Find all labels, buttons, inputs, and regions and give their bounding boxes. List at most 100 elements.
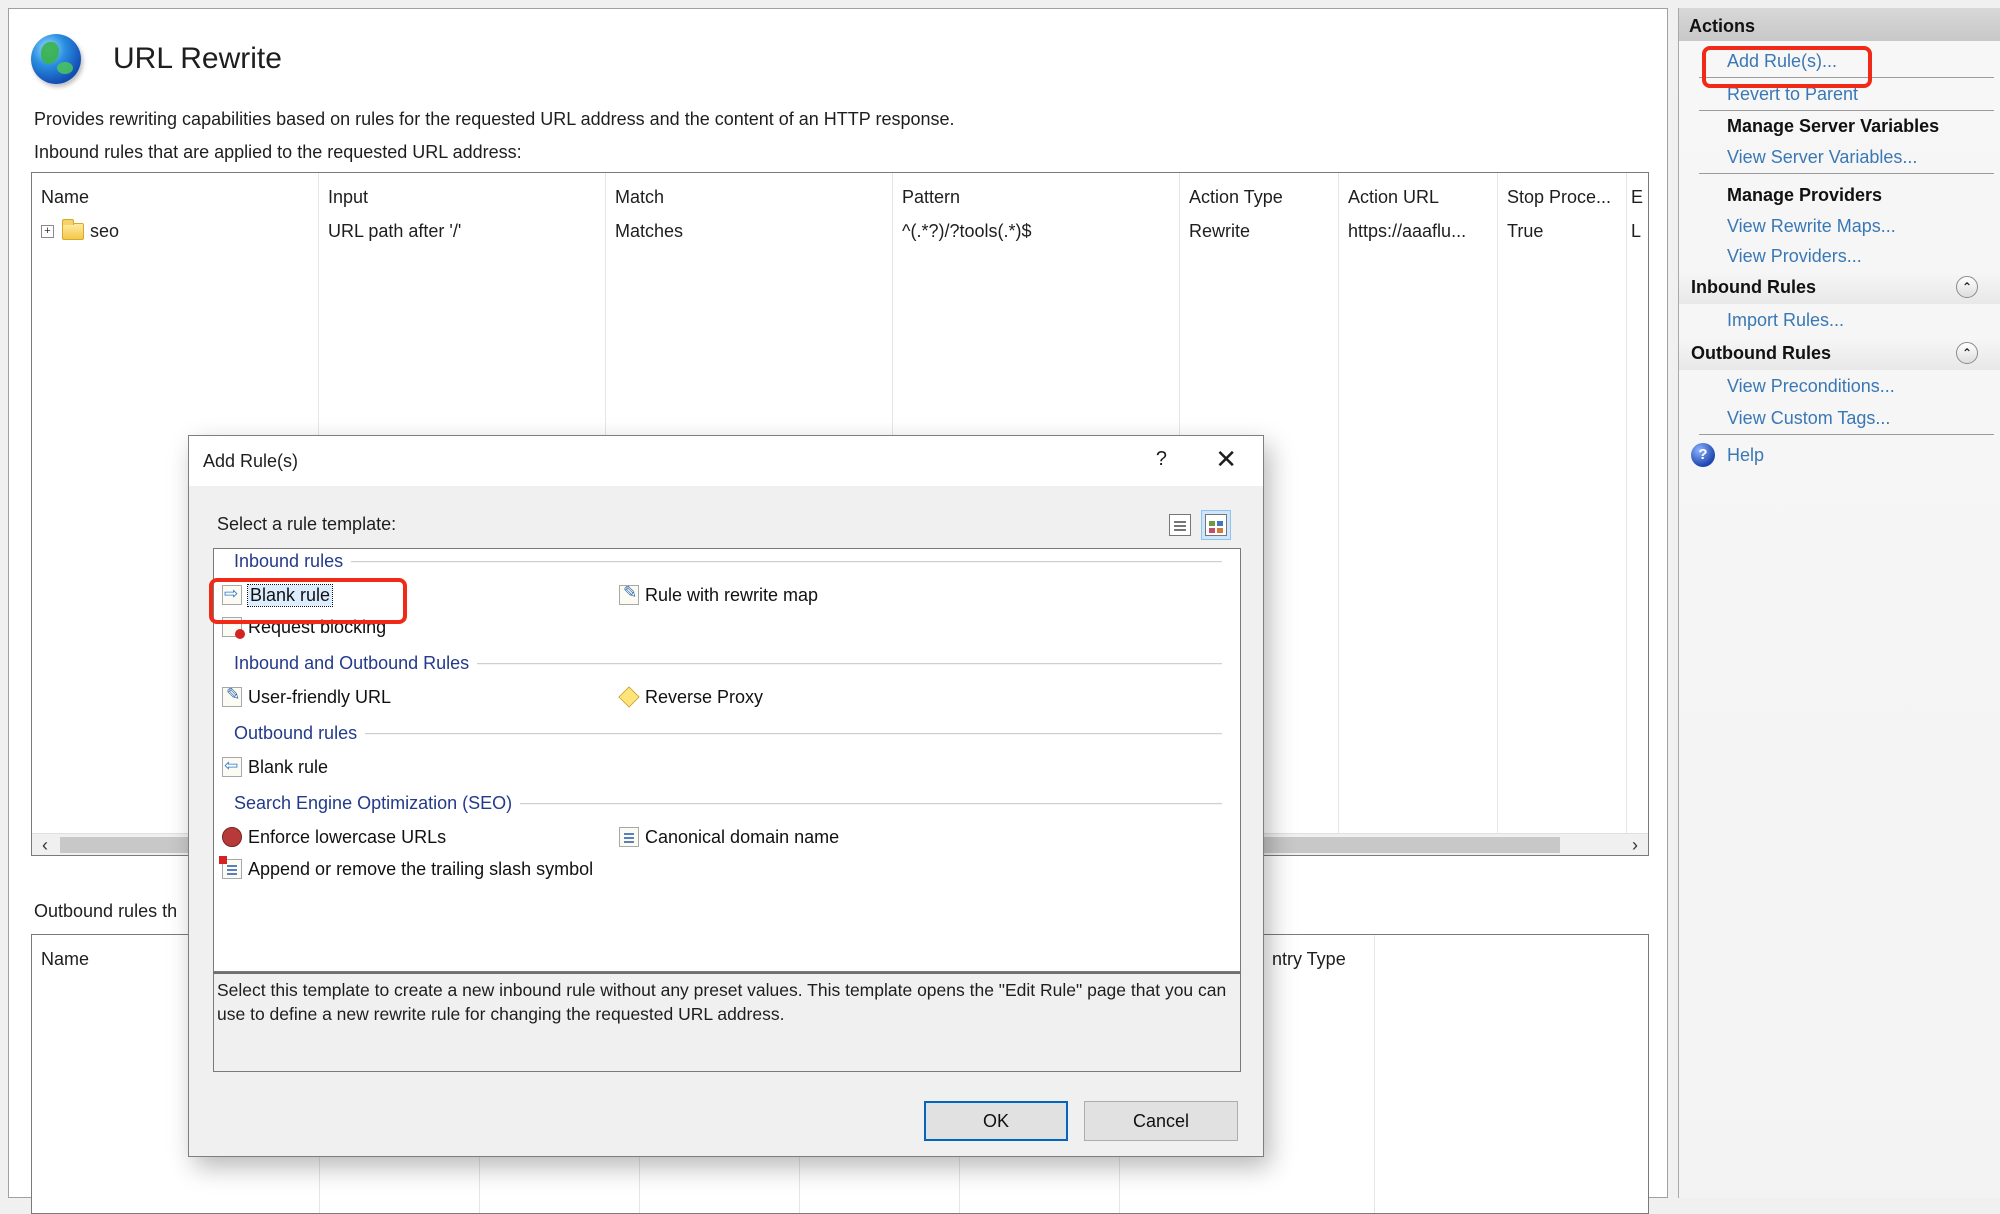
column-action-url: Action URL https://aaaflu...: [1339, 173, 1498, 835]
section-label: Search Engine Optimization (SEO): [234, 793, 513, 813]
cell-action-url: https://aaaflu...: [1348, 220, 1467, 241]
request-blocking-icon: [222, 617, 245, 639]
help-label: Help: [1727, 444, 1765, 465]
help-icon[interactable]: ?: [1156, 448, 1167, 471]
template-user-friendly-url[interactable]: User-friendly URL: [222, 684, 391, 710]
outbound-rules-group-label: Outbound Rules: [1691, 342, 1831, 363]
column-header-action-url[interactable]: Action URL: [1339, 173, 1497, 215]
actions-header: Actions: [1679, 8, 2000, 41]
outbound-rules-group[interactable]: Outbound Rules ⌃: [1679, 336, 2000, 370]
template-enforce-lowercase-urls[interactable]: Enforce lowercase URLs: [222, 824, 446, 850]
divider: [477, 663, 1222, 664]
scroll-left-icon[interactable]: ‹: [34, 834, 56, 855]
section-seo: Search Engine Optimization (SEO): [234, 793, 1222, 814]
column-header-action-type[interactable]: Action Type: [1180, 173, 1338, 215]
add-rules-dialog: Add Rule(s) ? ✕ Select a rule template: …: [188, 435, 1264, 1157]
cell-pattern: ^(.*?)/?tools(.*)$: [902, 220, 1032, 241]
user-friendly-url-icon: [222, 685, 242, 707]
lowercase-icon: [222, 827, 242, 847]
dialog-titlebar: Add Rule(s) ? ✕: [189, 436, 1263, 486]
view-rewrite-maps-link[interactable]: View Rewrite Maps...: [1679, 210, 2000, 242]
section-inbound-rules: Inbound rules: [234, 551, 1222, 572]
template-description: Select this template to create a new inb…: [213, 972, 1241, 1072]
blank-inbound-rule-icon: [222, 584, 242, 605]
reverse-proxy-icon: [618, 686, 640, 708]
manage-providers-heading: Manage Providers: [1727, 184, 1883, 205]
trailing-slash-icon: [219, 856, 242, 879]
template-request-blocking[interactable]: Request blocking: [222, 614, 386, 640]
template-label: User-friendly URL: [248, 686, 392, 707]
actions-pane: Actions Add Rule(s)... Revert to Parent …: [1678, 8, 2000, 1198]
template-blank-outbound-rule[interactable]: Blank rule: [222, 754, 328, 780]
ok-button[interactable]: OK: [924, 1101, 1068, 1141]
template-blank-inbound-rule[interactable]: Blank rule: [222, 582, 334, 608]
template-list: Inbound rules Blank rule Rule with rewri…: [213, 548, 1241, 972]
tile-view-icon: [1205, 514, 1227, 536]
cell-action-type: Rewrite: [1189, 220, 1251, 241]
column-header-name[interactable]: Name: [32, 173, 318, 215]
template-prompt: Select a rule template:: [217, 514, 397, 534]
section-label: Inbound rules: [234, 551, 344, 571]
cell-match: Matches: [615, 220, 684, 241]
template-label: Rule with rewrite map: [645, 584, 819, 605]
help-icon: ?: [1691, 443, 1715, 467]
view-custom-tags-link[interactable]: View Custom Tags...: [1679, 402, 2000, 434]
outbound-rules-label: Outbound rules th: [34, 901, 178, 921]
column-extra: E L: [1627, 173, 1648, 835]
column-header-pattern[interactable]: Pattern: [893, 173, 1179, 215]
column-header-input[interactable]: Input: [319, 173, 605, 215]
cell-input: URL path after '/': [328, 220, 462, 241]
template-reverse-proxy[interactable]: Reverse Proxy: [618, 684, 764, 710]
column-header-entry-type[interactable]: ntry Type: [1272, 949, 1346, 970]
dialog-title: Add Rule(s): [203, 450, 299, 471]
template-rule-with-rewrite-map[interactable]: Rule with rewrite map: [619, 582, 818, 608]
column-header-extra[interactable]: E: [1627, 173, 1648, 215]
collapse-icon[interactable]: ⌃: [1956, 342, 1978, 364]
template-label: Append or remove the trailing slash symb…: [248, 858, 594, 879]
section-outbound-rules: Outbound rules: [234, 723, 1222, 744]
section-inbound-and-outbound-rules: Inbound and Outbound Rules: [234, 653, 1222, 674]
tile-view-button[interactable]: [1201, 510, 1231, 540]
cancel-button[interactable]: Cancel: [1084, 1101, 1238, 1141]
list-view-icon: [1169, 514, 1191, 536]
page-header: URL Rewrite: [31, 31, 282, 87]
close-icon[interactable]: ✕: [1215, 444, 1237, 475]
view-server-variables-link[interactable]: View Server Variables...: [1679, 141, 2000, 173]
scroll-right-icon[interactable]: ›: [1624, 834, 1646, 855]
column-header-name[interactable]: Name: [41, 949, 89, 970]
section-label: Outbound rules: [234, 723, 358, 743]
inbound-rules-group[interactable]: Inbound Rules ⌃: [1679, 270, 2000, 304]
cell-stop-processing: True: [1507, 220, 1544, 241]
list-view-button[interactable]: [1165, 510, 1195, 540]
divider: [520, 803, 1222, 804]
cell-extra: L: [1631, 220, 1642, 241]
revert-to-parent-link[interactable]: Revert to Parent: [1679, 78, 2000, 110]
view-preconditions-link[interactable]: View Preconditions...: [1679, 370, 2000, 402]
template-label: Request blocking: [248, 616, 387, 637]
inbound-rules-label: Inbound rules that are applied to the re…: [34, 142, 522, 162]
folder-icon: [62, 218, 84, 240]
help-link[interactable]: ? Help: [1679, 435, 2000, 475]
inbound-rules-group-label: Inbound Rules: [1691, 276, 1816, 297]
page-description: Provides rewriting capabilities based on…: [34, 109, 955, 129]
collapse-icon[interactable]: ⌃: [1956, 276, 1978, 298]
add-rules-link[interactable]: Add Rule(s)...: [1679, 45, 2000, 77]
expand-icon[interactable]: +: [41, 224, 54, 238]
template-label: Canonical domain name: [645, 826, 840, 847]
template-label: Blank rule: [248, 756, 329, 777]
section-label: Inbound and Outbound Rules: [234, 653, 470, 673]
column-header-stop-processing[interactable]: Stop Proce...: [1498, 173, 1626, 215]
template-canonical-domain-name[interactable]: Canonical domain name: [619, 824, 839, 850]
column-header-match[interactable]: Match: [606, 173, 892, 215]
template-label: Blank rule: [246, 583, 334, 607]
view-providers-link[interactable]: View Providers...: [1679, 242, 2000, 270]
page-title: URL Rewrite: [113, 42, 282, 75]
rule-name: seo: [90, 220, 120, 241]
column-stop-processing: Stop Proce... True: [1498, 173, 1627, 835]
blank-outbound-rule-icon: [222, 756, 242, 777]
template-trailing-slash[interactable]: Append or remove the trailing slash symb…: [219, 856, 594, 882]
table-row[interactable]: + seo: [32, 215, 318, 245]
divider: [351, 561, 1222, 562]
template-label: Reverse Proxy: [645, 686, 764, 707]
import-rules-link[interactable]: Import Rules...: [1679, 304, 2000, 336]
